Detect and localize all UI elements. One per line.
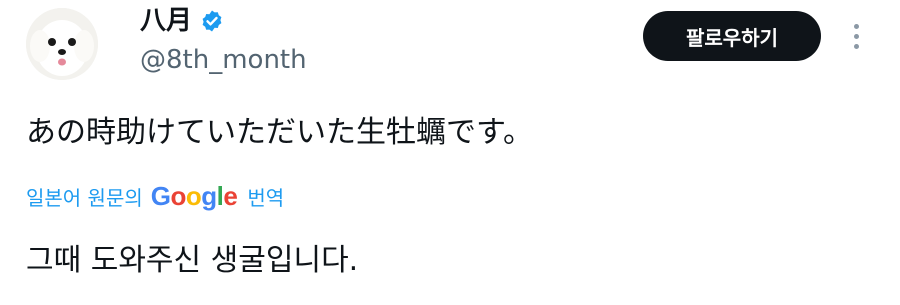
- translated-text: 그때 도와주신 생굴입니다.: [26, 243, 359, 278]
- google-logo: Google: [150, 180, 238, 211]
- more-options-icon[interactable]: [844, 18, 868, 54]
- white-dog-avatar-icon: [26, 8, 98, 80]
- follow-button[interactable]: 팔로우하기: [643, 11, 821, 61]
- more-dot: [853, 43, 859, 49]
- more-dot: [853, 23, 859, 29]
- translate-link[interactable]: 일본어 원문의 Google 번역: [26, 178, 284, 214]
- verified-badge-icon: [202, 10, 222, 32]
- display-name[interactable]: 八月: [140, 4, 224, 38]
- translate-action: 번역: [247, 185, 285, 210]
- translate-label: 일본어 원문의: [26, 185, 143, 210]
- user-handle[interactable]: @8th_month: [140, 43, 307, 77]
- tweet-text: あの時助けていただいた生牡蠣です。: [26, 115, 533, 150]
- display-name-text: 八月: [140, 6, 193, 36]
- avatar[interactable]: [26, 8, 98, 80]
- more-dot: [853, 33, 859, 39]
